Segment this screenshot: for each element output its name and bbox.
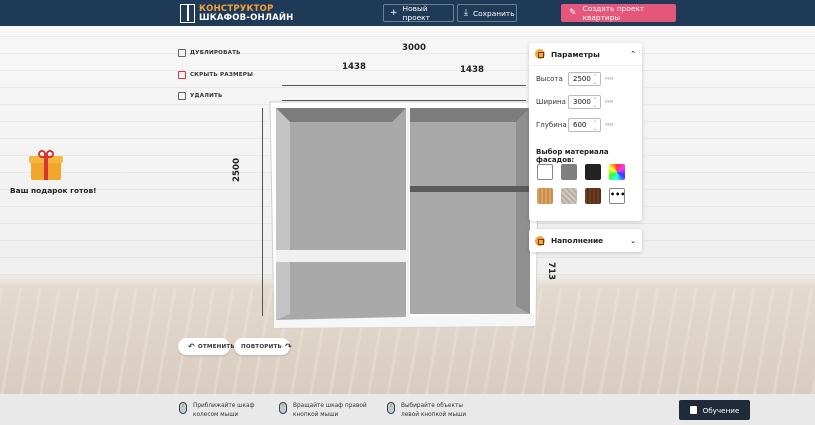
ruler-off-icon bbox=[178, 71, 186, 79]
new-project-button[interactable]: + Новый проект bbox=[383, 4, 454, 22]
redo-button[interactable]: ПОВТОРИТЬ ↷ bbox=[234, 338, 292, 355]
logo[interactable]: КОНСТРУКТОР ШКАФОВ-ОНЛАЙН bbox=[180, 4, 294, 23]
hint-rotate: Вращайте шкаф правой кнопкой мыши bbox=[279, 402, 367, 420]
filling-header[interactable]: Наполнение ⌄ bbox=[529, 229, 642, 252]
parameters-panel: Параметры ⌃ Высота 2500 мм Ширина 3000 м… bbox=[529, 43, 642, 221]
create-project-label: Создать проект квартиры bbox=[582, 4, 645, 22]
swatch-black[interactable] bbox=[585, 164, 601, 180]
wardrobe-logo-icon bbox=[180, 4, 195, 23]
undo-button[interactable]: ↶ ОТМЕНИТЬ bbox=[178, 338, 235, 355]
mouse-right-icon bbox=[279, 402, 287, 414]
swatch-walnut[interactable] bbox=[585, 188, 601, 204]
book-icon bbox=[689, 406, 697, 414]
mouse-left-icon bbox=[387, 402, 395, 414]
hint-select-line1: Выбирайте объекты bbox=[401, 403, 463, 409]
delete-label: УДАЛИТЬ bbox=[190, 93, 223, 99]
duplicate-button[interactable]: ДУБЛИРОВАТЬ bbox=[178, 49, 241, 57]
swatch-oak[interactable] bbox=[537, 188, 553, 204]
hint-rotate-line2: кнопкой мыши bbox=[293, 412, 339, 418]
logo-line2: ШКАФОВ-ОНЛАЙН bbox=[199, 12, 294, 23]
gift-promo[interactable]: Ваш подарок готов! bbox=[10, 150, 97, 195]
redo-icon: ↷ bbox=[284, 342, 292, 351]
pencil-ruler-icon: ✎ bbox=[569, 8, 577, 18]
height-unit: мм bbox=[605, 76, 614, 82]
depth-unit: мм bbox=[605, 122, 614, 128]
new-project-label: Новый проект bbox=[402, 4, 430, 22]
swatch-custom-color[interactable] bbox=[609, 164, 625, 180]
hide-sizes-button[interactable]: СКРЫТЬ РАЗМЕРЫ bbox=[178, 71, 253, 79]
more-materials-button[interactable]: ••• bbox=[609, 188, 625, 204]
duplicate-label: ДУБЛИРОВАТЬ bbox=[190, 50, 241, 56]
dimension-height: 2500 bbox=[232, 158, 242, 182]
duplicate-icon bbox=[178, 49, 186, 57]
filling-icon bbox=[535, 235, 545, 246]
tutorial-button[interactable]: Обучение bbox=[679, 400, 750, 420]
dimension-section-left: 1438 bbox=[342, 62, 366, 72]
parameters-header[interactable]: Параметры ⌃ bbox=[529, 43, 642, 66]
depth-input[interactable]: 600 bbox=[568, 118, 601, 132]
download-icon: ⤓ bbox=[464, 8, 468, 18]
dimension-section-right: 1438 bbox=[460, 65, 484, 75]
width-input[interactable]: 3000 bbox=[568, 95, 601, 109]
redo-label: ПОВТОРИТЬ bbox=[241, 343, 282, 350]
dimension-inner-height: 713 bbox=[546, 262, 556, 280]
height-label: Высота bbox=[536, 75, 563, 83]
tutorial-label: Обучение bbox=[702, 405, 740, 415]
chevron-down-icon[interactable]: ⌄ bbox=[630, 237, 636, 245]
hide-sizes-label: СКРЫТЬ РАЗМЕРЫ bbox=[190, 72, 254, 78]
create-apartment-project-button[interactable]: ✎ Создать проект квартиры bbox=[561, 4, 676, 22]
hint-select: Выбирайте объекты левой кнопкой мыши bbox=[387, 402, 466, 420]
hint-zoom-line2: колесом мыши bbox=[193, 412, 239, 418]
parameters-title: Параметры bbox=[551, 49, 600, 59]
dimension-line-height bbox=[262, 108, 263, 316]
gift-icon bbox=[29, 150, 63, 180]
top-header: КОНСТРУКТОР ШКАФОВ-ОНЛАЙН + Новый проект… bbox=[0, 0, 815, 26]
swatch-gray[interactable] bbox=[561, 164, 577, 180]
gift-text: Ваш подарок готов! bbox=[10, 186, 97, 195]
width-field: Ширина 3000 мм bbox=[536, 95, 613, 109]
save-label: Сохранить bbox=[472, 8, 515, 18]
undo-label: ОТМЕНИТЬ bbox=[197, 343, 235, 350]
materials-title: Выбор материала фасадов: bbox=[536, 148, 609, 164]
parameters-icon bbox=[535, 49, 545, 59]
dimension-total-width: 3000 bbox=[402, 43, 426, 53]
save-button[interactable]: ⤓ Сохранить bbox=[457, 4, 517, 22]
hint-select-line2: левой кнопкой мыши bbox=[401, 412, 467, 418]
chevron-up-icon[interactable]: ⌃ bbox=[630, 50, 636, 58]
swatch-white[interactable] bbox=[537, 164, 553, 180]
delete-button[interactable]: УДАЛИТЬ bbox=[178, 92, 222, 100]
filling-panel: Наполнение ⌄ bbox=[529, 229, 642, 252]
height-field: Высота 2500 мм bbox=[536, 72, 613, 86]
depth-label: Глубина bbox=[536, 121, 567, 129]
width-label: Ширина bbox=[536, 98, 566, 106]
filling-title: Наполнение bbox=[551, 236, 604, 245]
hint-zoom-line1: Приближайте шкаф bbox=[193, 403, 255, 409]
hint-rotate-line1: Вращайте шкаф правой bbox=[293, 403, 367, 409]
swatch-stone[interactable] bbox=[561, 188, 577, 204]
dimension-line-total bbox=[282, 85, 526, 86]
height-input[interactable]: 2500 bbox=[568, 72, 601, 86]
undo-icon: ↶ bbox=[188, 342, 195, 351]
width-unit: мм bbox=[605, 99, 614, 105]
trash-icon bbox=[178, 92, 186, 100]
wardrobe-model[interactable] bbox=[268, 100, 543, 332]
hint-zoom: Приближайте шкаф колесом мыши bbox=[179, 402, 255, 420]
depth-field: Глубина 600 мм bbox=[536, 118, 613, 132]
plus-icon: + bbox=[390, 8, 398, 18]
mouse-wheel-icon bbox=[179, 402, 187, 414]
